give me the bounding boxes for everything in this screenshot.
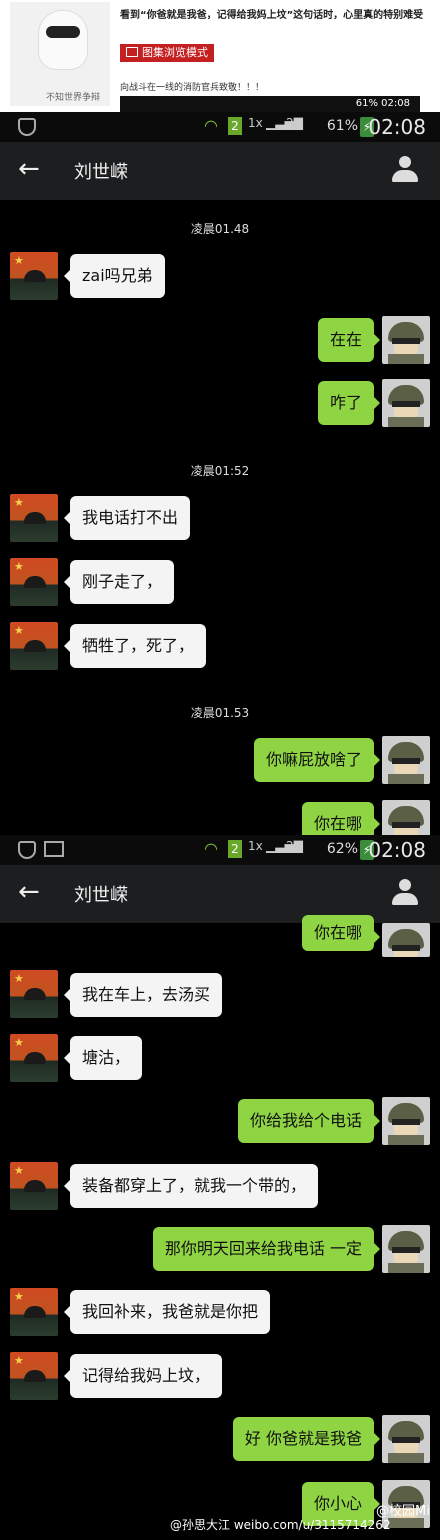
article-strip: 不知世界争辩 看到“你爸就是我爸，记得给我妈上坟”这句话时，心里真的特别难受 图… (0, 0, 440, 112)
outgoing-message[interactable]: 在在 (317, 318, 381, 362)
mini-screenshot-strip: 61% 02:08 (120, 96, 420, 112)
incoming-message[interactable]: 刚子走了， (63, 560, 175, 604)
mini-status: 61% 02:08 (355, 98, 410, 109)
timestamp: 凌晨01.48 (190, 222, 250, 236)
outgoing-message[interactable]: 你嘛屁放啥了 (253, 738, 381, 782)
incoming-message[interactable]: 塘沽， (63, 1036, 143, 1080)
wifi-icon: ◠ (204, 839, 218, 858)
contact-avatar[interactable]: ★ (10, 252, 58, 300)
image-icon (44, 841, 64, 857)
profile-icon[interactable] (392, 879, 418, 905)
shield-icon (18, 118, 36, 136)
gallery-mode-button[interactable]: 图集浏览模式 (120, 44, 214, 62)
shield-icon (18, 841, 36, 859)
self-avatar[interactable] (382, 923, 430, 957)
contact-avatar[interactable]: ★ (10, 1034, 58, 1082)
outgoing-message[interactable]: 好 你爸就是我爸 (232, 1417, 381, 1461)
self-avatar[interactable] (382, 379, 430, 427)
incoming-message[interactable]: 牺牲了，死了， (63, 624, 207, 668)
wifi-icon: ◠ (204, 116, 218, 135)
sim-badge: 2 (228, 117, 242, 135)
article-headline[interactable]: 看到“你爸就是我爸，记得给我妈上坟”这句话时，心里真的特别难受 (120, 6, 440, 21)
article-avatar[interactable]: 不知世界争辩 (10, 2, 110, 106)
back-arrow-icon[interactable]: ← (18, 877, 40, 907)
status-time: 02:08 (368, 115, 426, 139)
contact-avatar[interactable]: ★ (10, 558, 58, 606)
battery-percent: 61% (326, 118, 358, 134)
network-1x: 1x (248, 839, 263, 853)
contact-avatar[interactable]: ★ (10, 494, 58, 542)
contact-avatar[interactable]: ★ (10, 1288, 58, 1336)
gallery-icon (126, 47, 138, 57)
outgoing-message[interactable]: 你在哪 (301, 915, 381, 951)
network-2g: 2G (286, 839, 303, 853)
contact-name: 刘世嵘 (74, 162, 128, 183)
timestamp: 凌晨01:52 (190, 464, 250, 478)
timestamp: 凌晨01.53 (190, 706, 250, 720)
avatar-figure (38, 10, 88, 70)
weibo-watermark: @孙思大江 weibo.com/u/3115714262 (170, 1518, 391, 1532)
battery-percent: 62% (326, 841, 358, 857)
incoming-message[interactable]: 我电话打不出 (63, 496, 191, 540)
status-time: 02:08 (368, 838, 426, 862)
outgoing-message[interactable]: 咋了 (317, 381, 381, 425)
contact-name: 刘世嵘 (74, 885, 128, 906)
self-avatar[interactable] (382, 316, 430, 364)
chat-header: ← 刘世嵘 (0, 142, 440, 200)
self-avatar[interactable] (382, 736, 430, 784)
self-avatar[interactable] (382, 1097, 430, 1145)
incoming-message[interactable]: 记得给我妈上坟， (63, 1354, 223, 1398)
outgoing-message[interactable]: 你给我给个电话 (237, 1099, 381, 1143)
chat-header: ← 刘世嵘 (0, 865, 440, 923)
back-arrow-icon[interactable]: ← (18, 154, 40, 184)
profile-icon[interactable] (392, 156, 418, 182)
contact-avatar[interactable]: ★ (10, 1352, 58, 1400)
outgoing-message[interactable]: 那你明天回来给我电话 一定 (152, 1227, 381, 1271)
sunglasses-icon (46, 26, 80, 38)
status-bar: ◠ 2 1x ▁▃▅▇ 2G 61% ⚡ 02:08 (0, 112, 440, 142)
contact-avatar[interactable]: ★ (10, 1162, 58, 1210)
incoming-message[interactable]: 我回补来，我爸就是你把 (63, 1290, 271, 1334)
network-1x: 1x (248, 116, 263, 130)
self-avatar[interactable] (382, 1415, 430, 1463)
gallery-mode-label: 图集浏览模式 (142, 46, 208, 59)
incoming-message[interactable]: 我在车上，去汤买 (63, 973, 223, 1017)
network-2g: 2G (286, 116, 303, 130)
incoming-message[interactable]: 装备都穿上了，就我一个带的， (63, 1164, 319, 1208)
status-bar: ◠ 2 1x ▁▃▅▇ 2G 62% ⚡ 02:08 (0, 835, 440, 865)
incoming-message[interactable]: zai吗兄弟 (64, 254, 165, 298)
contact-avatar[interactable]: ★ (10, 622, 58, 670)
article-caption: 向战斗在一线的消防官兵致敬！！！ (120, 83, 265, 93)
sim-badge: 2 (228, 840, 242, 858)
contact-avatar[interactable]: ★ (10, 970, 58, 1018)
avatar-name: 不知世界争辩 (46, 93, 101, 103)
self-avatar[interactable] (382, 1225, 430, 1273)
